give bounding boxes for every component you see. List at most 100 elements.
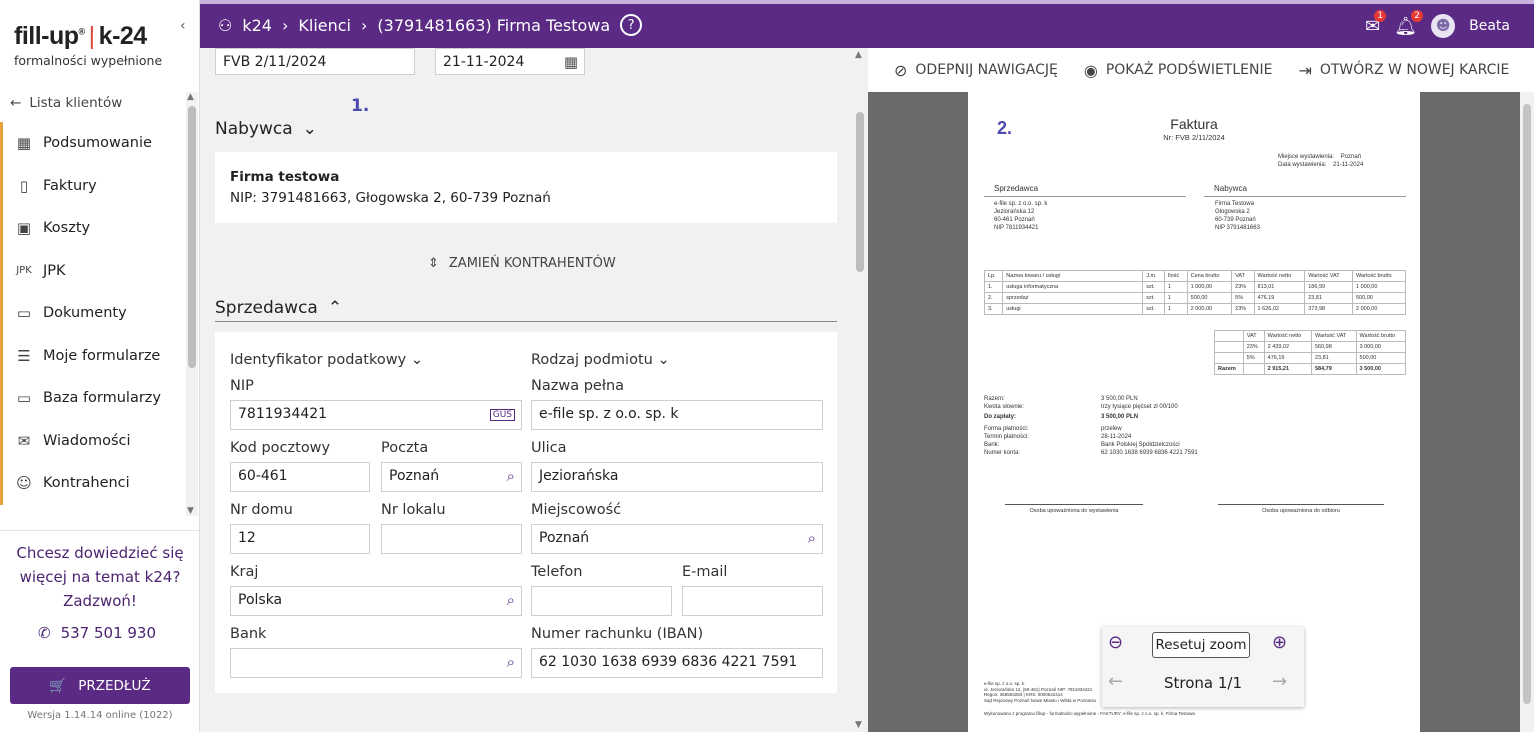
sidebar-nav: ▦ Podsumowanie ▯ Faktury ▣ Koszty JPK JPK ▭ D…	[0, 122, 186, 514]
zoom-out-icon[interactable]: ⊖	[1108, 632, 1123, 653]
sidebar-item-koszty[interactable]: ▣ Koszty	[0, 207, 186, 250]
extend-button[interactable]: 🛒 PRZEDŁUŻ	[10, 667, 190, 704]
page-indicator: Strona 1/1	[1164, 674, 1243, 692]
entity-type-dropdown[interactable]: Rodzaj podmiotu ⌄	[531, 352, 670, 368]
preview-scroll-thumb[interactable]	[1523, 104, 1531, 704]
buyer-section-toggle[interactable]: Nabywca ⌄	[215, 119, 317, 139]
zoom-in-icon[interactable]: ⊕	[1272, 632, 1287, 653]
post-field[interactable]: Poznań ⌕	[381, 462, 522, 492]
street-label: Ulica	[531, 440, 567, 456]
postcode-label: Kod pocztowy	[230, 440, 331, 456]
avatar[interactable]: ☻	[1431, 14, 1456, 38]
cart-icon: 🛒	[49, 677, 67, 694]
bank-field[interactable]: ⌕	[230, 648, 522, 678]
promo-box: Chcesz dowiedzieć się więcej na temat k2…	[0, 530, 200, 613]
preview-scrollbar[interactable]	[1520, 92, 1534, 732]
jpk-icon: JPK	[16, 265, 32, 277]
chevron-right-icon: ›	[281, 15, 289, 35]
street-field[interactable]: Jeziorańska	[531, 462, 823, 492]
post-label: Poczta	[381, 440, 429, 456]
calendar-icon[interactable]: ▦	[564, 53, 578, 71]
sidebar-scroll-thumb[interactable]	[188, 106, 196, 368]
show-highlight-button[interactable]: ◉ POKAŻ PODŚWIETLENIE	[1084, 61, 1273, 80]
buyer-details: NIP: 3791481663, Głogowska 2, 60-739 Poz…	[230, 190, 551, 206]
search-icon[interactable]: ⌕	[507, 653, 515, 671]
logo-subtitle: formalności wypełnione	[14, 53, 163, 68]
tax-id-dropdown[interactable]: Identyfikator podatkowy ⌄	[230, 352, 423, 368]
mail-badge: 1	[1374, 9, 1387, 22]
bell-icon[interactable]: 🔔︎ 2	[1394, 9, 1424, 37]
doc-seller-info: e-file sp. z o.o. sp. k Jeziorańska 12 60-…	[994, 201, 1048, 231]
folders-icon: ▭	[16, 389, 32, 408]
preview-toolbar: ⊘ ODEPNIJ NAWIGACJĘ ◉ POKAŻ PODŚWIETLENIE …	[868, 48, 1534, 92]
sidebar-item-kontrahenci[interactable]: ☺ Kontrahenci	[0, 462, 186, 505]
top-bar: ⚇ k24 › Klienci › (3791481663) Firma Tes…	[200, 0, 1534, 48]
phone-field[interactable]	[531, 586, 672, 616]
form-scroll-thumb[interactable]	[856, 112, 864, 272]
search-icon[interactable]: ⌕	[808, 529, 816, 547]
calculator-icon: ▦	[16, 134, 32, 153]
sidebar-item-baza-formularzy[interactable]: ▭ Baza formularzy	[0, 377, 186, 420]
sidebar-item-podsumowanie[interactable]: ▦ Podsumowanie	[0, 122, 186, 165]
mail-icon[interactable]: ✉ 1	[1365, 9, 1387, 37]
chevron-down-icon: ⌄	[657, 352, 670, 368]
invoice-number-field[interactable]: FVB 2/11/2024	[215, 48, 415, 75]
sidebar-item-dokumenty[interactable]: ▭ Dokumenty	[0, 292, 186, 335]
email-label: E-mail	[682, 564, 728, 580]
doc-buyer-info: Firma Testowa Głogowska 2 60-739 Poznań NIP…	[1215, 201, 1260, 231]
form-icon: ☰	[17, 346, 31, 365]
fullname-field[interactable]: e-file sp. z o.o. sp. k	[531, 400, 823, 430]
search-icon[interactable]: ⌕	[507, 467, 515, 485]
scroll-up-icon[interactable]: ▲	[855, 50, 862, 60]
user-name[interactable]: Beata	[1469, 18, 1510, 34]
bank-label: Bank	[230, 626, 267, 642]
promo-phone[interactable]: ✆ 537 501 930	[38, 624, 156, 642]
invoice-icon: ▯	[19, 176, 29, 195]
back-to-clients[interactable]: ← Lista klientów	[10, 95, 122, 111]
city-field[interactable]: Poznań ⌕	[531, 524, 823, 554]
previous-page-icon[interactable]: ←	[1108, 671, 1123, 692]
sidebar-scrollbar[interactable]: ▲ ▼	[186, 92, 198, 516]
sidebar-item-faktury[interactable]: ▯ Faktury	[0, 164, 186, 207]
zoom-controls: ⊖ Resetuj zoom ⊕ ← Strona 1/1 →	[1102, 627, 1304, 707]
email-field[interactable]	[682, 586, 823, 616]
next-page-icon[interactable]: →	[1272, 671, 1287, 692]
doc-sign-issuer: Osoba upoważniona do wystawienia	[1005, 504, 1143, 515]
postcode-field[interactable]: 60-461	[230, 462, 370, 492]
doc-items-table: Lp. Nazwa towaru / usługi J.m. Ilość Cena br…	[983, 270, 1407, 315]
sidebar-item-jpk[interactable]: JPK JPK	[0, 249, 186, 292]
scroll-down-icon[interactable]: ▼	[187, 506, 194, 516]
divider	[215, 321, 837, 322]
collapse-sidebar-icon[interactable]: ‹	[180, 18, 186, 34]
sidebar: fill-up® | k-24 formalności wypełnione ‹ ←…	[0, 0, 200, 732]
logo: fill-up® | k-24	[14, 22, 147, 50]
gus-icon[interactable]: GUS	[489, 409, 515, 421]
search-icon[interactable]: ⌕	[507, 591, 515, 609]
breadcrumb: ⚇ k24 › Klienci › (3791481663) Firma Tes…	[218, 14, 643, 36]
swap-contractors-button[interactable]: ⇕ ZAMIEŃ KONTRAHENTÓW	[428, 256, 616, 271]
doc-number: Nr: FVB 2/11/2024	[1163, 133, 1225, 142]
folder-icon: ▭	[16, 304, 32, 323]
buyer-card[interactable]: Firma testowa NIP: 3791481663, Głogowska…	[215, 152, 837, 223]
sidebar-item-moje-formularze[interactable]: ☰ Moje formularze	[0, 334, 186, 377]
form-scrollbar[interactable]: ▲ ▼	[852, 48, 868, 732]
reset-zoom-button[interactable]: Resetuj zoom	[1152, 632, 1250, 658]
nip-field[interactable]: 7811934421 GUS	[230, 400, 522, 430]
phone-label: Telefon	[531, 564, 583, 580]
crumb-k24[interactable]: k24	[242, 16, 272, 35]
house-field[interactable]: 12	[230, 524, 370, 554]
sidebar-item-wiadomosci[interactable]: ✉ Wiadomości	[0, 419, 186, 462]
help-icon[interactable]: ?	[620, 14, 643, 36]
iban-field[interactable]: 62 1030 1638 6939 6836 4221 7591	[531, 648, 823, 678]
invoice-date-field[interactable]: 21-11-2024 ▦	[435, 48, 585, 75]
apt-field[interactable]	[381, 524, 522, 554]
scroll-down-icon[interactable]: ▼	[855, 720, 862, 730]
scroll-up-icon[interactable]: ▲	[187, 92, 194, 102]
crumb-klienci[interactable]: Klienci	[298, 16, 351, 35]
bell-badge: 2	[1411, 9, 1424, 22]
seller-section-toggle[interactable]: Sprzedawca ⌃	[215, 298, 342, 318]
unpin-navigation-button[interactable]: ⊘ ODEPNIJ NAWIGACJĘ	[894, 61, 1058, 80]
country-field[interactable]: Polska ⌕	[230, 586, 522, 616]
open-new-tab-button[interactable]: ⇥ OTWÓRZ W NOWEJ KARCIE	[1298, 61, 1509, 80]
doc-title: Faktura	[1170, 116, 1218, 132]
